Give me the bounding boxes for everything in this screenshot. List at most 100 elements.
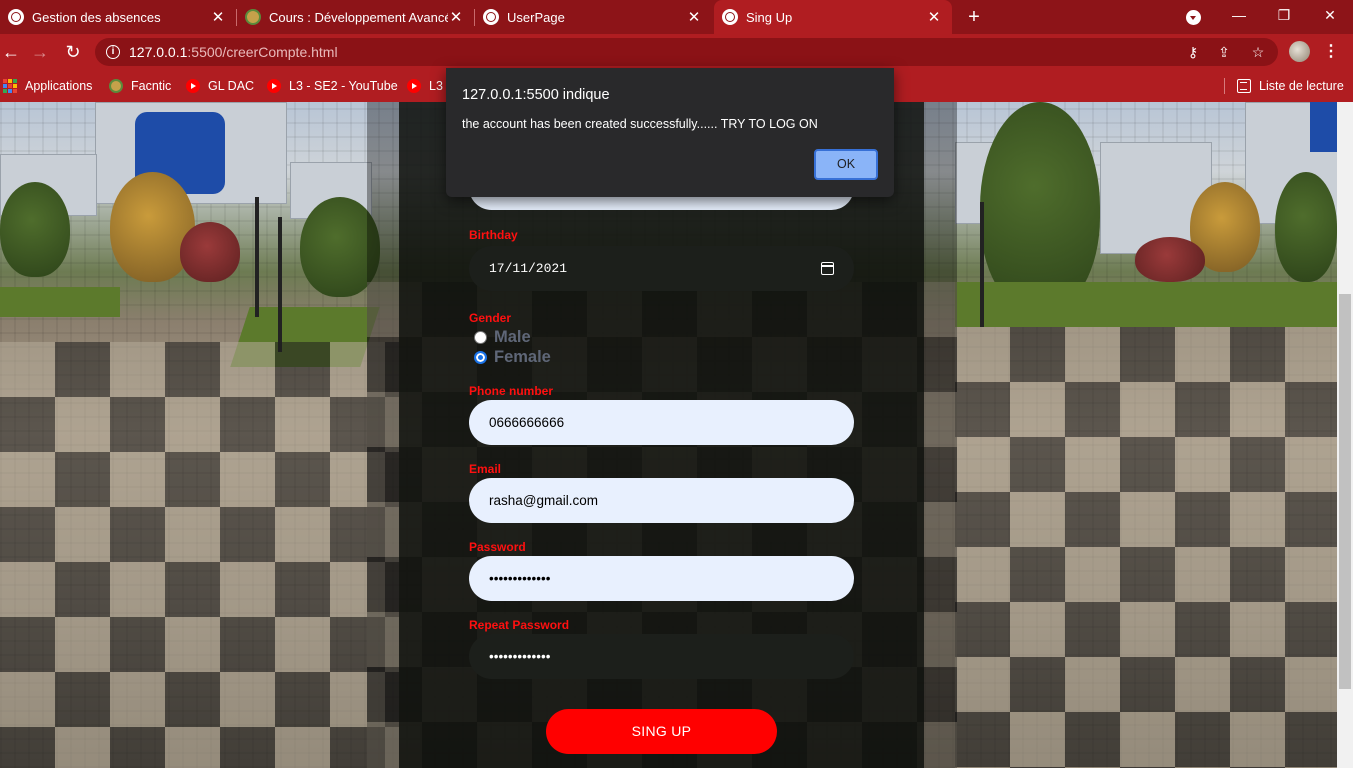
restore-icon[interactable]: ❐ — [1269, 5, 1299, 25]
address-bar[interactable]: i 127.0.0.1:5500/creerCompte.html ⚷ ⇪ ☆ — [95, 38, 1278, 66]
tab-sing-up[interactable]: Sing Up ✕ — [714, 0, 952, 34]
minimize-icon[interactable]: — — [1224, 5, 1254, 25]
bookmark-applications[interactable]: Applications — [3, 70, 92, 102]
bookmark-gl-dac[interactable]: GL DAC — [186, 70, 254, 102]
female-label: Female — [494, 348, 551, 366]
birthday-label: Birthday — [469, 228, 518, 242]
dialog-message: the account has been created successfull… — [462, 117, 818, 131]
bookmark-label: L3 — [429, 79, 443, 93]
grass — [0, 287, 120, 317]
youtube-icon — [186, 79, 200, 93]
tree — [980, 102, 1100, 312]
info-icon[interactable]: i — [106, 45, 120, 59]
birthday-date-input[interactable]: 17/11/2021 — [469, 246, 854, 291]
tree — [0, 182, 70, 277]
repeat-password-input[interactable]: ••••••••••••• — [469, 634, 854, 679]
tab-gestion-absences[interactable]: Gestion des absences ✕ — [0, 0, 236, 34]
globe-icon — [8, 9, 24, 25]
ok-button[interactable]: OK — [814, 149, 878, 180]
moodle-icon — [245, 9, 261, 25]
scrollbar-thumb[interactable] — [1339, 294, 1351, 689]
bookmark-l3-se2[interactable]: L3 - SE2 - YouTube — [267, 70, 398, 102]
reading-list-button[interactable]: Liste de lecture — [1237, 70, 1344, 102]
bookmark-separator — [1224, 78, 1225, 94]
repeat-password-value: ••••••••••••• — [489, 649, 551, 664]
globe-icon — [722, 9, 738, 25]
repeat-password-label: Repeat Password — [469, 618, 570, 632]
close-icon[interactable]: ✕ — [448, 8, 464, 26]
bookmark-facntic[interactable]: Facntic — [109, 70, 171, 102]
email-label: Email — [469, 462, 502, 476]
bookmark-label: L3 - SE2 - YouTube — [289, 79, 398, 93]
phone-label: Phone number — [469, 384, 554, 398]
lamp-post — [255, 197, 259, 317]
window-close-icon[interactable]: ✕ — [1315, 5, 1345, 25]
sign-up-button[interactable]: SING UP — [546, 709, 777, 754]
building-logo — [1310, 102, 1337, 152]
gender-label: Gender — [469, 311, 512, 325]
tab-search-icon[interactable] — [1186, 10, 1201, 25]
phone-input[interactable]: 0666666666 — [469, 400, 854, 445]
password-value: ••••••••••••• — [489, 571, 551, 586]
lamp-post — [278, 217, 282, 352]
url-path: :5500/creerCompte.html — [187, 44, 338, 60]
apps-grid-icon — [3, 79, 17, 93]
youtube-icon — [407, 79, 421, 93]
star-icon[interactable]: ☆ — [1249, 43, 1267, 61]
globe-icon — [483, 9, 499, 25]
tab-strip: Gestion des absences ✕ Cours : Développe… — [0, 0, 1353, 34]
email-value: rasha@gmail.com — [489, 493, 598, 508]
back-arrow-icon[interactable]: ← — [0, 41, 22, 63]
background-photo-right — [955, 102, 1337, 768]
paved-ground — [955, 327, 1337, 768]
male-radio[interactable] — [474, 331, 487, 344]
phone-value: 0666666666 — [489, 415, 565, 430]
tree — [1135, 237, 1205, 282]
url-host: 127.0.0.1 — [129, 44, 188, 60]
youtube-icon — [267, 79, 281, 93]
tab-label: Sing Up — [746, 9, 793, 25]
page-scrollbar[interactable] — [1337, 102, 1353, 768]
reload-icon[interactable]: ↻ — [62, 41, 84, 63]
reading-list-label: Liste de lecture — [1259, 79, 1344, 93]
new-tab-button[interactable]: + — [962, 5, 986, 29]
dialog-title: 127.0.0.1:5500 indique — [462, 87, 610, 103]
grass — [955, 282, 1337, 327]
password-label: Password — [469, 540, 526, 554]
tab-label: UserPage — [507, 9, 565, 25]
moodle-icon — [109, 79, 123, 93]
male-label: Male — [494, 328, 531, 346]
bookmark-label: GL DAC — [208, 79, 255, 93]
bookmark-l3[interactable]: L3 — [407, 70, 443, 102]
tab-label: Cours : Développement Avancé c — [269, 9, 448, 25]
tab-cours[interactable]: Cours : Développement Avancé c ✕ — [237, 0, 474, 34]
tab-label: Gestion des absences — [32, 9, 161, 25]
key-icon[interactable]: ⚷ — [1184, 43, 1202, 61]
browser-toolbar: ← → ↻ i 127.0.0.1:5500/creerCompte.html … — [0, 34, 1353, 70]
more-menu-icon[interactable]: ⋮ — [1321, 42, 1341, 62]
bookmark-label: Applications — [25, 79, 93, 93]
password-input[interactable]: ••••••••••••• — [469, 556, 854, 601]
background-photo-left — [0, 102, 399, 768]
email-input[interactable]: rasha@gmail.com — [469, 478, 854, 523]
female-radio[interactable] — [474, 351, 487, 364]
gender-option-male[interactable]: Male — [474, 328, 531, 347]
birthday-value: 17/11/2021 — [489, 261, 568, 276]
profile-avatar[interactable] — [1289, 41, 1310, 62]
reading-list-icon — [1237, 79, 1251, 93]
paved-ground — [0, 342, 399, 768]
tree — [180, 222, 240, 282]
forward-arrow-icon[interactable]: → — [29, 41, 51, 63]
alert-dialog: 127.0.0.1:5500 indique the account has b… — [446, 68, 894, 197]
tab-userpage[interactable]: UserPage ✕ — [475, 0, 712, 34]
calendar-icon[interactable] — [821, 262, 834, 275]
close-icon[interactable]: ✕ — [210, 8, 226, 26]
share-icon[interactable]: ⇪ — [1215, 43, 1233, 61]
bookmark-label: Facntic — [131, 79, 172, 93]
gender-option-female[interactable]: Female — [474, 348, 551, 367]
tree — [1275, 172, 1337, 282]
close-icon[interactable]: ✕ — [686, 8, 702, 26]
close-icon[interactable]: ✕ — [926, 8, 942, 26]
lamp-post — [980, 202, 984, 327]
url-text[interactable]: 127.0.0.1:5500/creerCompte.html — [129, 44, 338, 60]
